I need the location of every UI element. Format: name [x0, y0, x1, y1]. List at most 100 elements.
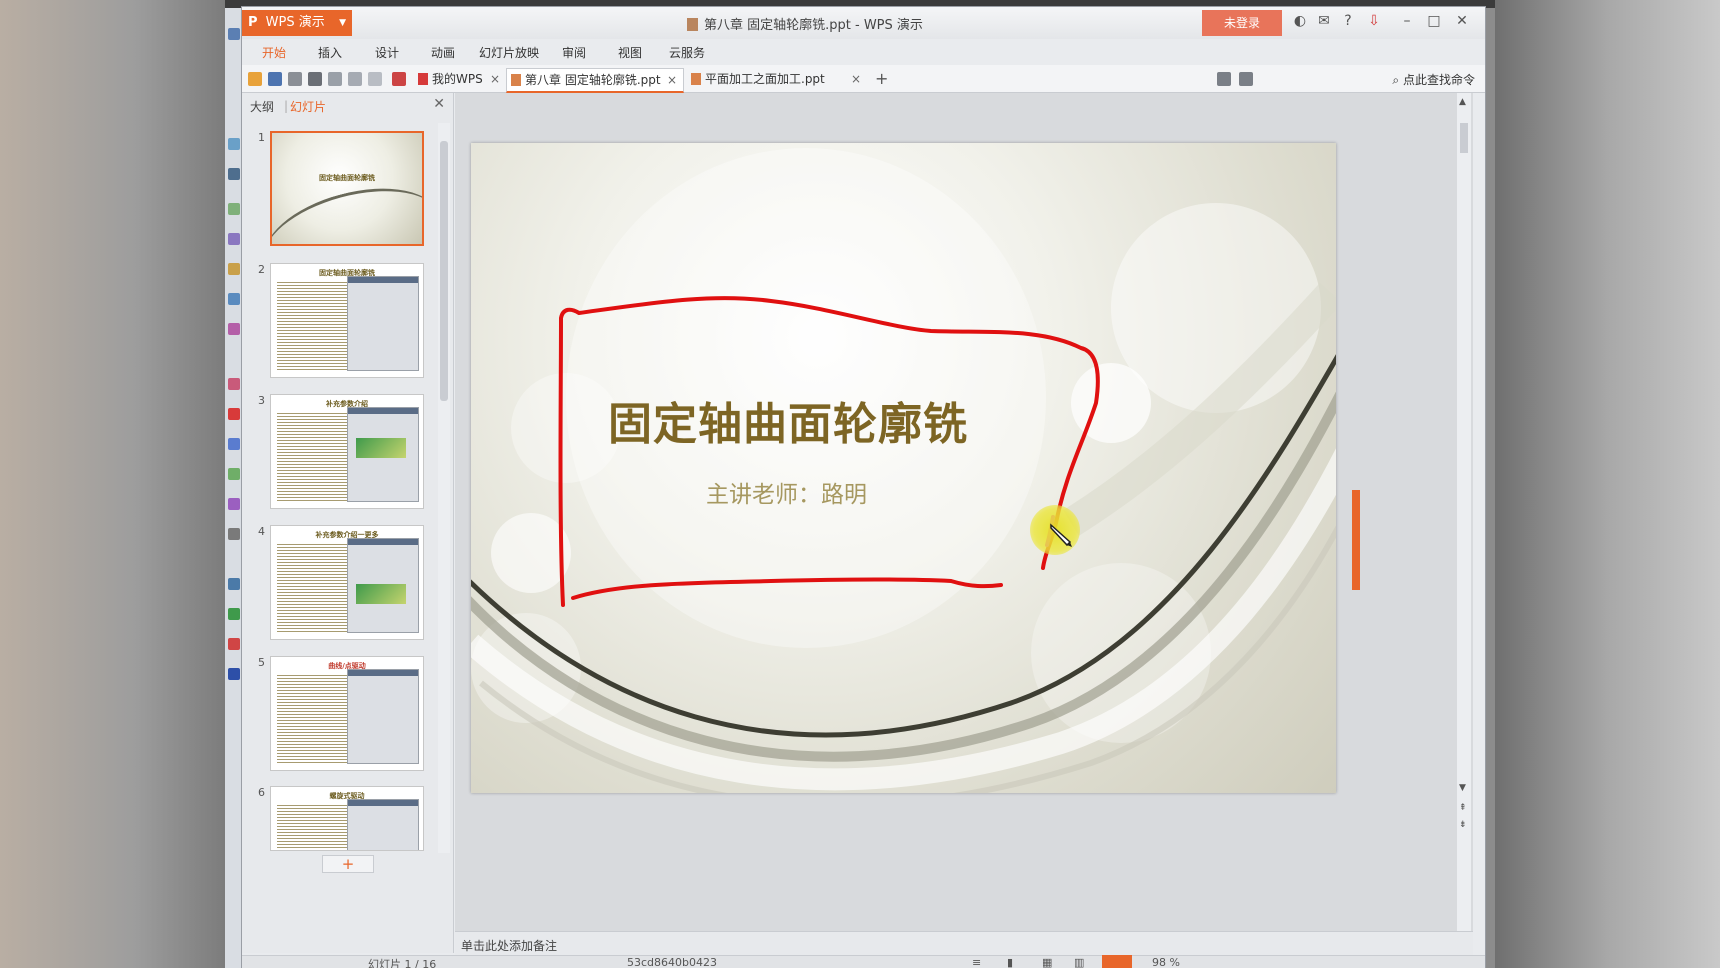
maximize-icon[interactable]: □	[1424, 13, 1444, 29]
tab-document-2[interactable]: 平面加工之面加工.ppt ×	[687, 68, 867, 93]
app-name: WPS 演示	[265, 15, 325, 30]
dock-app-icon[interactable]	[228, 498, 240, 510]
dock-app-icon[interactable]	[228, 378, 240, 390]
app-menu-button[interactable]: P WPS 演示 ▼	[242, 10, 352, 36]
dock-app-icon[interactable]	[228, 578, 240, 590]
thumbnail-screenshot	[347, 799, 419, 850]
redo-icon[interactable]	[368, 72, 382, 86]
next-slide-icon[interactable]: ⇟	[1459, 820, 1467, 830]
view-reading-icon[interactable]: ▥	[1074, 956, 1084, 968]
menu-home[interactable]: 开始	[262, 44, 286, 61]
slide-editor: 固定轴曲面轮廓铣 主讲老师：路明 ▲ ▼ ⇞ ⇟	[455, 93, 1473, 931]
thumbnail-screenshot	[347, 538, 419, 633]
menu-insert[interactable]: 插入	[318, 44, 342, 61]
thumbnail-text-block	[277, 280, 347, 370]
thumbnail-screenshot	[347, 276, 419, 371]
slide-thumbnail[interactable]: 补充参数介绍一更多	[270, 525, 424, 640]
tab-outline[interactable]: 大纲	[250, 98, 274, 115]
pane-scrollbar[interactable]	[438, 123, 450, 853]
dock-app-icon[interactable]	[228, 528, 240, 540]
tab-slides[interactable]: 幻灯片	[290, 98, 326, 115]
minimize-icon[interactable]: –	[1397, 13, 1417, 29]
scroll-up-icon[interactable]: ▲	[1459, 97, 1466, 107]
dock-app-icon[interactable]	[228, 28, 240, 40]
dock-app-icon[interactable]	[228, 168, 240, 180]
command-search[interactable]: ⌕ 点此查找命令	[1392, 71, 1475, 88]
slide-counter: 幻灯片 1 / 16	[368, 958, 437, 968]
dock-app-icon[interactable]	[228, 263, 240, 275]
prev-slide-icon[interactable]: ⇞	[1459, 803, 1467, 813]
print-preview-icon[interactable]	[328, 72, 342, 86]
menu-slideshow[interactable]: 幻灯片放映	[479, 44, 539, 61]
save-icon[interactable]	[268, 72, 282, 86]
new-tab-icon[interactable]: +	[875, 69, 888, 88]
chevron-down-icon: ▼	[339, 18, 346, 28]
close-icon[interactable]: ✕	[433, 96, 445, 112]
dock-app-icon[interactable]	[228, 608, 240, 620]
add-slide-button[interactable]: +	[322, 855, 374, 873]
undo-icon[interactable]	[348, 72, 362, 86]
slide-thumbnail[interactable]: 固定轴曲面轮廓铣	[270, 263, 424, 378]
thumbnail-text-block	[277, 542, 347, 632]
tab-document-1[interactable]: 第八章 固定轴轮廓铣.ppt ×	[506, 68, 684, 93]
window-title: 第八章 固定轴轮廓铣.ppt - WPS 演示	[687, 14, 923, 33]
slide-thumbnail[interactable]: 螺旋式驱动	[270, 786, 424, 851]
desktop-background-right	[1495, 0, 1720, 968]
dock-app-icon[interactable]	[228, 438, 240, 450]
editor-scrollbar[interactable]: ▲ ▼ ⇞ ⇟	[1457, 93, 1471, 931]
pane-tabs: 大纲 | 幻灯片 ✕	[242, 93, 453, 117]
view-slides-icon[interactable]: ▮	[1007, 956, 1013, 968]
download-icon[interactable]: ⇩	[1364, 13, 1384, 29]
scroll-down-icon[interactable]: ▼	[1459, 783, 1466, 793]
view-normal-icon[interactable]: ≡	[972, 956, 981, 968]
dock-app-icon[interactable]	[228, 138, 240, 150]
print-icon[interactable]	[308, 72, 322, 86]
dock-app-icon[interactable]	[228, 668, 240, 680]
menu-view[interactable]: 视图	[618, 44, 642, 61]
dock-app-icon[interactable]	[228, 233, 240, 245]
help-icon[interactable]: ?	[1338, 13, 1358, 29]
dock-app-icon[interactable]	[228, 323, 240, 335]
quick-toolbar: 我的WPS × 第八章 固定轴轮廓铣.ppt × 平面加工之面加工.ppt × …	[242, 65, 1485, 93]
wps-window: P WPS 演示 ▼ 第八章 固定轴轮廓铣.ppt - WPS 演示 未登录 ◐…	[241, 6, 1486, 968]
menu-review[interactable]: 审阅	[562, 44, 586, 61]
close-tab-icon[interactable]: ×	[490, 68, 500, 90]
login-button[interactable]: 未登录	[1202, 10, 1282, 36]
dock-app-icon[interactable]	[228, 638, 240, 650]
search-icon: ⌕	[1392, 73, 1400, 87]
share-icon[interactable]	[1239, 72, 1253, 86]
current-slide[interactable]: 固定轴曲面轮廓铣 主讲老师：路明	[471, 143, 1336, 793]
desktop-background-left	[0, 0, 225, 968]
menu-design[interactable]: 设计	[375, 44, 399, 61]
thumbnail-text-block	[277, 803, 347, 850]
dock-app-icon[interactable]	[228, 293, 240, 305]
thumbnail-text-block	[277, 673, 347, 763]
open-icon[interactable]	[248, 72, 262, 86]
dock-app-icon[interactable]	[228, 203, 240, 215]
notes-area[interactable]: 单击此处添加备注	[455, 931, 1473, 955]
feedback-icon[interactable]: ✉	[1314, 13, 1334, 29]
close-tab-icon[interactable]: ×	[851, 68, 861, 90]
dock-app-icon[interactable]	[228, 408, 240, 420]
thumbnail-screenshot	[347, 407, 419, 502]
slideshow-play-button[interactable]	[1102, 955, 1132, 968]
dock-app-icon[interactable]	[228, 468, 240, 480]
tab-my-wps[interactable]: 我的WPS ×	[414, 68, 506, 93]
menu-animation[interactable]: 动画	[431, 44, 455, 61]
customize-icon[interactable]	[392, 72, 406, 86]
slide-thumbnail[interactable]: 补充参数介绍	[270, 394, 424, 509]
output-pdf-icon[interactable]	[288, 72, 302, 86]
side-panel-handle[interactable]	[1352, 490, 1360, 590]
user-icon[interactable]	[1217, 72, 1231, 86]
theme-name: 53cd8640b0423	[627, 956, 717, 968]
status-bar: 幻灯片 1 / 16 53cd8640b0423 ≡ ▮ ▦ ▥ 98 %	[242, 955, 1485, 968]
slide-thumbnail[interactable]: 曲线/点驱动	[270, 656, 424, 771]
close-tab-icon[interactable]: ×	[667, 69, 677, 91]
close-icon[interactable]: ✕	[1452, 13, 1472, 29]
slide-thumbnail[interactable]: 固定轴曲面轮廓铣	[270, 131, 424, 246]
notes-placeholder: 单击此处添加备注	[461, 939, 558, 953]
title-bar: P WPS 演示 ▼ 第八章 固定轴轮廓铣.ppt - WPS 演示 未登录 ◐…	[242, 7, 1485, 39]
menu-cloud[interactable]: 云服务	[669, 44, 705, 61]
view-sorter-icon[interactable]: ▦	[1042, 956, 1052, 968]
skin-icon[interactable]: ◐	[1290, 13, 1310, 29]
